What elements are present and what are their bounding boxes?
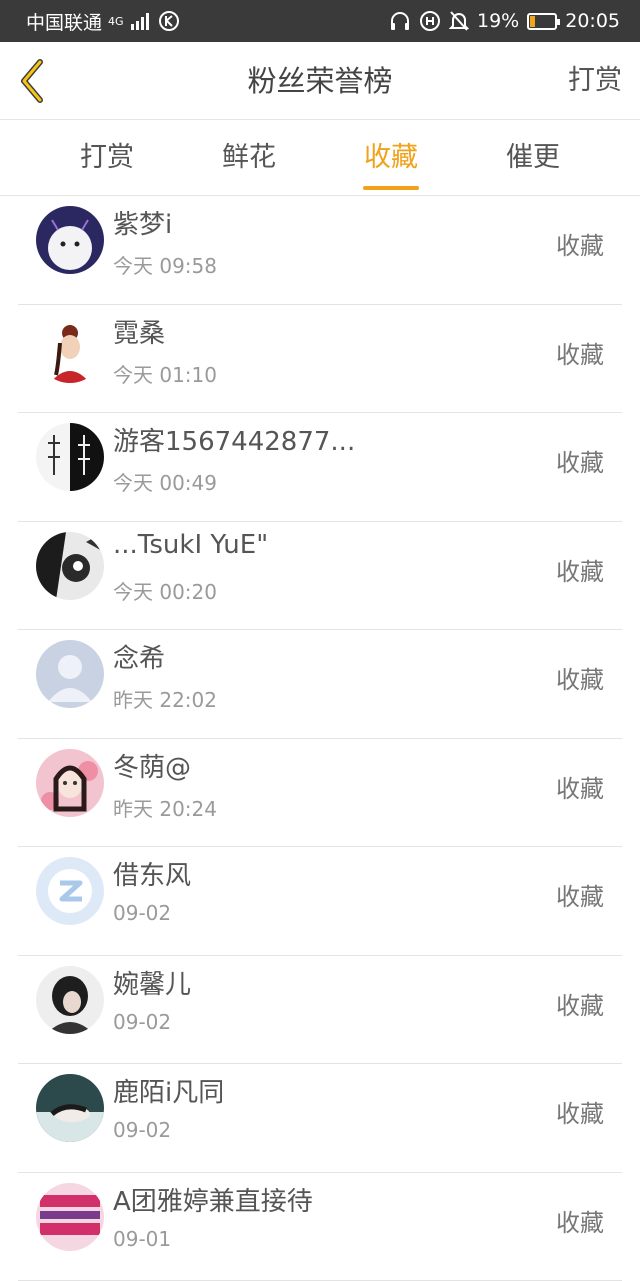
user-name: A团雅婷兼直接待: [113, 1181, 313, 1218]
clock: 20:05: [565, 10, 620, 32]
user-name: 紫梦i: [113, 204, 172, 241]
tab-collect[interactable]: 收藏: [346, 121, 436, 196]
list-item[interactable]: 紫梦i 今天 09:58 收藏: [18, 196, 622, 305]
bell-muted-icon: [449, 10, 469, 32]
avatar: [36, 532, 104, 600]
tab-label: 催更: [506, 142, 560, 173]
timestamp: 今天 01:10: [113, 359, 217, 388]
user-name: 冬荫@: [113, 747, 191, 784]
action-label: 收藏: [556, 226, 604, 261]
action-label: 收藏: [556, 986, 604, 1021]
list-item[interactable]: A团雅婷兼直接待 09-01 收藏: [18, 1173, 622, 1281]
tab-flowers[interactable]: 鲜花: [204, 121, 294, 196]
avatar: [36, 206, 104, 274]
list-item[interactable]: 婉馨儿 09-02 收藏: [18, 956, 622, 1065]
user-name: 鹿陌i凡同: [113, 1072, 224, 1109]
action-label: 收藏: [556, 1203, 604, 1238]
timestamp: 09-02: [113, 1010, 171, 1034]
timestamp: 今天 00:20: [113, 576, 217, 605]
tab-label: 打赏: [80, 142, 134, 173]
list-item[interactable]: 游客1567442877... 今天 00:49 收藏: [18, 413, 622, 522]
timestamp: 09-01: [113, 1227, 171, 1251]
list-item[interactable]: 霓桑 今天 01:10 收藏: [18, 305, 622, 414]
timestamp: 昨天 20:24: [113, 793, 217, 822]
user-name: 借东风: [113, 855, 191, 892]
user-name: 念希: [113, 638, 165, 675]
user-name: 霓桑: [113, 313, 165, 350]
network-label: 4G: [108, 15, 124, 28]
headset-icon: [389, 11, 411, 31]
tab-label: 鲜花: [222, 142, 276, 173]
battery-percent: 19%: [477, 10, 519, 32]
user-name: 游客1567442877...: [113, 421, 353, 458]
list-item[interactable]: 借东风 09-02 收藏: [18, 847, 622, 956]
timestamp: 昨天 22:02: [113, 684, 217, 713]
user-name: ...TsukI YuE": [113, 530, 268, 560]
user-name: 婉馨儿: [113, 964, 191, 1001]
avatar: [36, 966, 104, 1034]
page-title: 粉丝荣誉榜: [0, 42, 640, 120]
action-label: 收藏: [556, 769, 604, 804]
avatar: [36, 857, 104, 925]
app-header: 粉丝荣誉榜 打赏: [0, 42, 640, 120]
timestamp: 今天 09:58: [113, 250, 217, 279]
action-label: 收藏: [556, 660, 604, 695]
reward-button[interactable]: 打赏: [568, 42, 622, 120]
signal-icon: [130, 12, 152, 30]
avatar: [36, 1074, 104, 1142]
timestamp: 今天 00:49: [113, 467, 217, 496]
timestamp: 09-02: [113, 1118, 171, 1142]
tab-bar: 打赏 鲜花 收藏 催更: [0, 121, 640, 196]
action-label: 收藏: [556, 335, 604, 370]
action-label: 收藏: [556, 443, 604, 478]
avatar: [36, 315, 104, 383]
carrier-label: 中国联通: [26, 8, 102, 35]
list-item[interactable]: ...TsukI YuE" 今天 00:20 收藏: [18, 522, 622, 631]
fan-list: 紫梦i 今天 09:58 收藏 霓桑 今天 01:10 收藏 游客1567442…: [0, 196, 640, 1281]
avatar: [36, 640, 104, 708]
list-item[interactable]: 念希 昨天 22:02 收藏: [18, 630, 622, 739]
tab-label: 收藏: [364, 142, 418, 173]
action-label: 收藏: [556, 1094, 604, 1129]
list-item[interactable]: 鹿陌i凡同 09-02 收藏: [18, 1064, 622, 1173]
timestamp: 09-02: [113, 901, 171, 925]
avatar: [36, 749, 104, 817]
status-bar: 中国联通 4G 19% 20:05: [0, 0, 640, 42]
avatar: [36, 423, 104, 491]
battery-icon: [527, 13, 557, 30]
data-saver-icon: [419, 10, 441, 32]
avatar: [36, 1183, 104, 1251]
k-badge-icon: [158, 10, 180, 32]
action-label: 收藏: [556, 877, 604, 912]
list-item[interactable]: 冬荫@ 昨天 20:24 收藏: [18, 739, 622, 848]
active-tab-indicator: [363, 186, 419, 190]
action-label: 收藏: [556, 552, 604, 587]
tab-reward[interactable]: 打赏: [62, 121, 152, 196]
tab-urge[interactable]: 催更: [488, 121, 578, 196]
